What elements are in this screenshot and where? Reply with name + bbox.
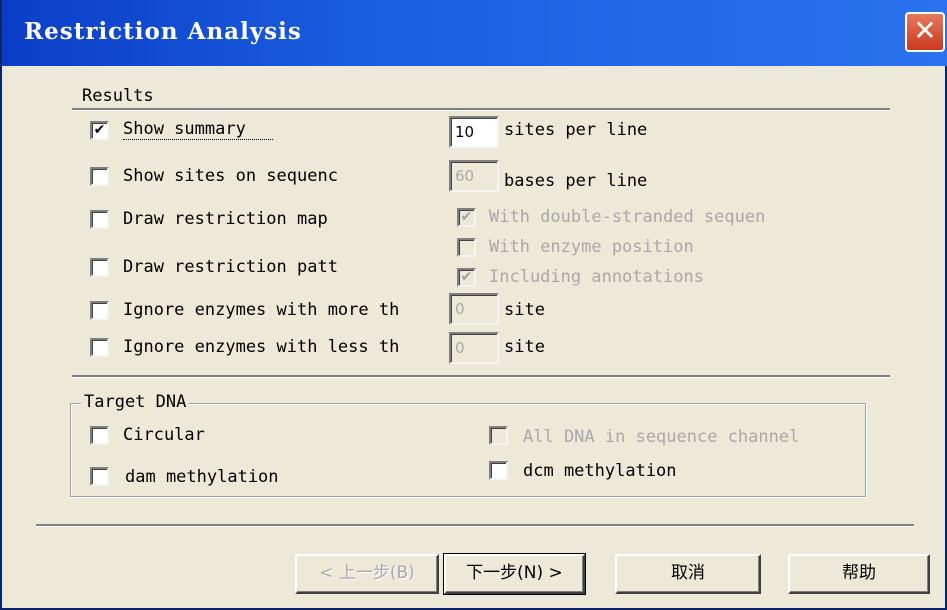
sites-per-line-label: sites per line [504, 120, 648, 140]
dialog-window: Restriction Analysis ✕ Results ✔ Show su… [0, 0, 947, 610]
draw-pattern-checkbox[interactable] [90, 258, 109, 277]
double-stranded-checkbox[interactable]: ✔ [457, 208, 476, 227]
draw-map-checkbox[interactable] [90, 210, 109, 229]
all-dna-label: All DNA in sequence channel [523, 427, 800, 447]
results-separator [72, 108, 890, 111]
title-bar[interactable]: Restriction Analysis ✕ [2, 0, 947, 66]
ignore-less-field[interactable]: 0 [449, 332, 499, 364]
dam-methylation-checkbox[interactable] [90, 467, 109, 486]
show-sites-checkbox[interactable] [90, 167, 109, 186]
check-icon: ✔ [460, 269, 473, 285]
close-button[interactable]: ✕ [905, 12, 945, 52]
enzyme-position-checkbox[interactable] [457, 238, 476, 257]
cancel-button[interactable]: 取消 [615, 554, 761, 594]
dcm-methylation-label: dcm methylation [523, 461, 677, 481]
check-icon: ✔ [460, 209, 473, 225]
check-icon: ✔ [93, 122, 106, 138]
show-sites-label: Show sites on sequenc [123, 166, 338, 186]
ignore-more-field[interactable]: 0 [449, 293, 499, 325]
all-dna-checkbox[interactable] [489, 426, 508, 445]
sites-per-line-field[interactable]: 10 [449, 116, 499, 148]
next-button[interactable]: 下一步(N) > [443, 553, 586, 595]
ignore-less-checkbox[interactable] [90, 338, 109, 357]
including-annotations-checkbox[interactable]: ✔ [457, 268, 476, 287]
ignore-more-unit: site [504, 300, 545, 320]
close-icon: ✕ [913, 14, 937, 47]
enzyme-position-label: With enzyme position [489, 237, 694, 257]
circular-checkbox[interactable] [90, 426, 109, 445]
double-stranded-label: With double-stranded sequen [489, 207, 766, 227]
help-button[interactable]: 帮助 [788, 554, 930, 594]
target-dna-legend: Target DNA [81, 392, 190, 412]
show-summary-label: Show summary [123, 119, 273, 140]
including-annotations-label: Including annotations [489, 267, 704, 287]
ignore-more-checkbox[interactable] [90, 301, 109, 320]
ignore-less-label: Ignore enzymes with less th [123, 337, 400, 357]
draw-map-label: Draw restriction map [123, 209, 328, 229]
show-summary-checkbox[interactable]: ✔ [90, 121, 109, 140]
back-button[interactable]: < 上一步(B) [295, 554, 439, 594]
button-area-separator [36, 524, 914, 527]
bases-per-line-field[interactable]: 60 [449, 160, 499, 192]
results-bottom-separator [72, 375, 890, 378]
dam-methylation-label: dam methylation [125, 467, 279, 487]
circular-label: Circular [123, 425, 205, 445]
draw-pattern-label: Draw restriction patt [123, 257, 338, 277]
dcm-methylation-checkbox[interactable] [489, 461, 508, 480]
bases-per-line-label: bases per line [504, 171, 648, 191]
ignore-less-unit: site [504, 337, 545, 357]
results-section-label: Results [82, 86, 154, 106]
ignore-more-label: Ignore enzymes with more th [123, 300, 400, 320]
window-title: Restriction Analysis [24, 18, 302, 45]
